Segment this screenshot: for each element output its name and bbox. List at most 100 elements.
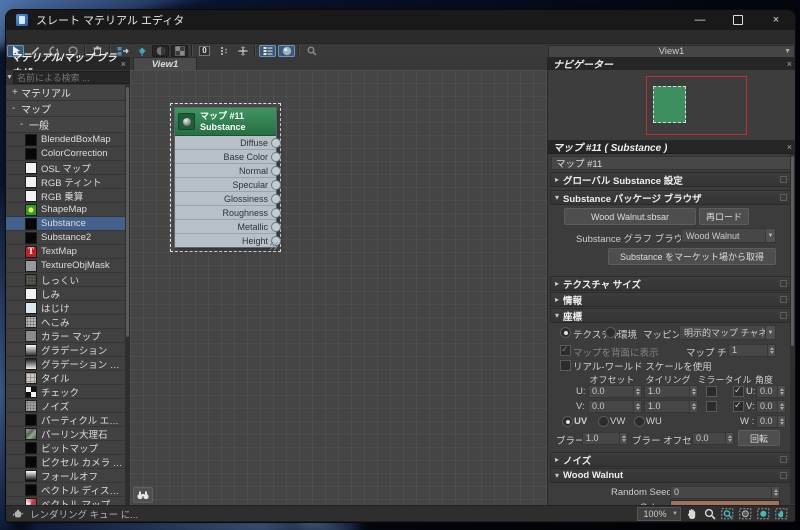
show-map-on-back-checkbox[interactable] [560, 344, 571, 356]
output-socket[interactable] [271, 138, 281, 148]
navigator-close-icon[interactable]: × [787, 59, 792, 69]
node-selection-border[interactable]: マップ #11 Substance Diffuse Base Color Nor… [170, 103, 281, 252]
output-socket[interactable] [271, 208, 281, 218]
u-tile-checkbox[interactable] [733, 385, 744, 397]
spinner-arrows-icon[interactable] [777, 416, 785, 427]
rollout-texture-size[interactable]: ▸ テクスチャ サイズ [550, 276, 792, 291]
browser-close-icon[interactable]: × [121, 59, 126, 69]
expand-collapse-icon[interactable]: + [12, 87, 21, 98]
browser-map-item[interactable]: はじけ [6, 301, 125, 315]
browser-map-item[interactable]: TextMap [6, 245, 125, 259]
spinner-arrows-icon[interactable] [633, 386, 641, 397]
browser-map-item[interactable]: OSL マップ [6, 161, 125, 175]
spinner-arrows-icon[interactable] [767, 345, 775, 356]
sort-by-number-button[interactable]: 0 [196, 45, 213, 57]
browser-map-item[interactable]: グラデーション ランプ [6, 357, 125, 371]
expand-collapse-icon[interactable]: - [12, 103, 21, 114]
output-socket[interactable] [271, 222, 281, 232]
wu-radio[interactable] [634, 416, 645, 427]
browser-map-item[interactable]: ベクトル ディスプレイ... [6, 483, 125, 497]
rollout-wood-walnut[interactable]: ▾ Wood Walnut [550, 468, 792, 483]
browser-map-item[interactable]: へこみ [6, 315, 125, 329]
spinner-arrows-icon[interactable] [777, 401, 785, 412]
browser-map-item[interactable]: グラデーション [6, 343, 125, 357]
align-selected-button[interactable] [234, 45, 251, 57]
node-resize-handle[interactable] [270, 242, 278, 250]
rollout-pin-icon[interactable] [780, 194, 787, 201]
mapping-dropdown[interactable]: 明示的マップ チャネル ▼ [679, 325, 776, 340]
rollout-pin-icon[interactable] [780, 280, 787, 287]
close-button[interactable]: × [757, 10, 795, 30]
browser-map-item[interactable]: RGB 乗算 [6, 189, 125, 203]
tree-group-row[interactable]: - 一般 [6, 117, 125, 133]
parameter-editor-close-icon[interactable]: × [787, 142, 792, 152]
u-offset-spinner[interactable]: 0.0 [588, 385, 642, 398]
uv-radio[interactable] [562, 416, 573, 427]
browser-map-item[interactable]: チェック [6, 385, 125, 399]
render-teapot-icon[interactable] [12, 509, 25, 519]
spinner-arrows-icon[interactable] [689, 386, 697, 397]
zoom-tool-button-status[interactable] [702, 508, 717, 521]
rollout-global-substance[interactable]: ▸ グローバル Substance 設定 [550, 172, 792, 187]
browser-map-item[interactable]: ベクトル マップ [6, 497, 125, 505]
rotate-button[interactable]: 回転 [738, 430, 780, 446]
browser-map-item[interactable]: ColorCorrection [6, 147, 125, 161]
maximize-button[interactable] [719, 10, 757, 30]
show-shaded-material-in-viewport-button[interactable] [152, 44, 169, 57]
blur-spinner[interactable]: 1.0 [582, 432, 628, 445]
minimize-button[interactable]: — [681, 10, 719, 30]
w-angle-spinner[interactable]: 0.0 [756, 415, 786, 428]
spinner-arrows-icon[interactable] [619, 433, 627, 444]
pan-tool-button[interactable] [684, 508, 699, 521]
blur-offset-spinner[interactable]: 0.0 [692, 432, 734, 445]
align-vertical-button[interactable] [215, 45, 232, 57]
rollout-noise[interactable]: ▸ ノイズ [550, 452, 792, 467]
params-scrollbar[interactable] [790, 154, 795, 504]
output-socket[interactable] [271, 194, 281, 204]
browser-map-item[interactable]: ノイズ [6, 399, 125, 413]
get-substance-from-marketplace-button[interactable]: Substance をマーケット場から取得 [608, 248, 776, 265]
browser-map-item[interactable]: Substance [6, 217, 125, 231]
zoom-extents-button[interactable] [738, 508, 753, 521]
view-tab[interactable]: View1 [133, 57, 197, 71]
zoom-tool-button[interactable] [303, 45, 320, 57]
map-channel-spinner[interactable]: 1 [728, 344, 776, 357]
v-tiling-spinner[interactable]: 1.0 [644, 400, 698, 413]
browser-map-item[interactable]: TextureObjMask [6, 259, 125, 273]
tree-group-row[interactable]: + マテリアル [6, 85, 125, 101]
browser-map-item[interactable]: BlendedBoxMap [6, 133, 125, 147]
rollout-pin-icon[interactable] [780, 176, 787, 183]
output-socket[interactable] [271, 152, 281, 162]
rollout-substance-package-browser[interactable]: ▾ Substance パッケージ ブラウザ [550, 190, 792, 205]
browser-map-item[interactable]: ピクセル カメラ マップ [6, 455, 125, 469]
expand-collapse-icon[interactable]: - [20, 119, 29, 130]
navigator-node-thumbnail[interactable] [653, 86, 686, 123]
zoom-level-dropdown[interactable]: 100% ▼ [637, 507, 681, 521]
browser-map-item[interactable]: Substance2 [6, 231, 125, 245]
v-angle-spinner[interactable]: 0.0 [756, 400, 786, 413]
parameter-editor-toggle-button[interactable] [278, 44, 295, 57]
real-world-scale-checkbox[interactable] [560, 360, 571, 371]
graph-dropdown[interactable]: Wood Walnut ▼ [681, 228, 776, 243]
pan-to-selected-button[interactable] [774, 508, 789, 521]
navigator-body[interactable] [548, 70, 795, 140]
spinner-arrows-icon[interactable] [725, 433, 733, 444]
spinner-arrows-icon[interactable] [633, 401, 641, 412]
texture-radio[interactable] [560, 327, 571, 338]
find-node-button[interactable] [133, 487, 153, 503]
u-tiling-spinner[interactable]: 1.0 [644, 385, 698, 398]
u-angle-spinner[interactable]: 0.0 [756, 385, 786, 398]
zoom-extents-selected-button[interactable] [756, 508, 771, 521]
v-mirror-checkbox[interactable] [706, 401, 717, 412]
assign-material-to-selection-button[interactable] [133, 45, 150, 57]
node-canvas[interactable]: マップ #11 Substance Diffuse Base Color Nor… [130, 70, 547, 505]
browser-map-item[interactable]: カラー マップ [6, 329, 125, 343]
rollout-pin-icon[interactable] [780, 296, 787, 303]
v-offset-spinner[interactable]: 0.0 [588, 400, 642, 413]
show-background-button[interactable] [171, 44, 188, 57]
browser-map-item[interactable]: しっくい [6, 273, 125, 287]
tree-group-row[interactable]: - マップ [6, 101, 125, 117]
vw-radio[interactable] [598, 416, 609, 427]
sbsar-file-button[interactable]: Wood Walnut.sbsar [564, 208, 696, 225]
reload-button[interactable]: 再ロード [699, 208, 749, 225]
